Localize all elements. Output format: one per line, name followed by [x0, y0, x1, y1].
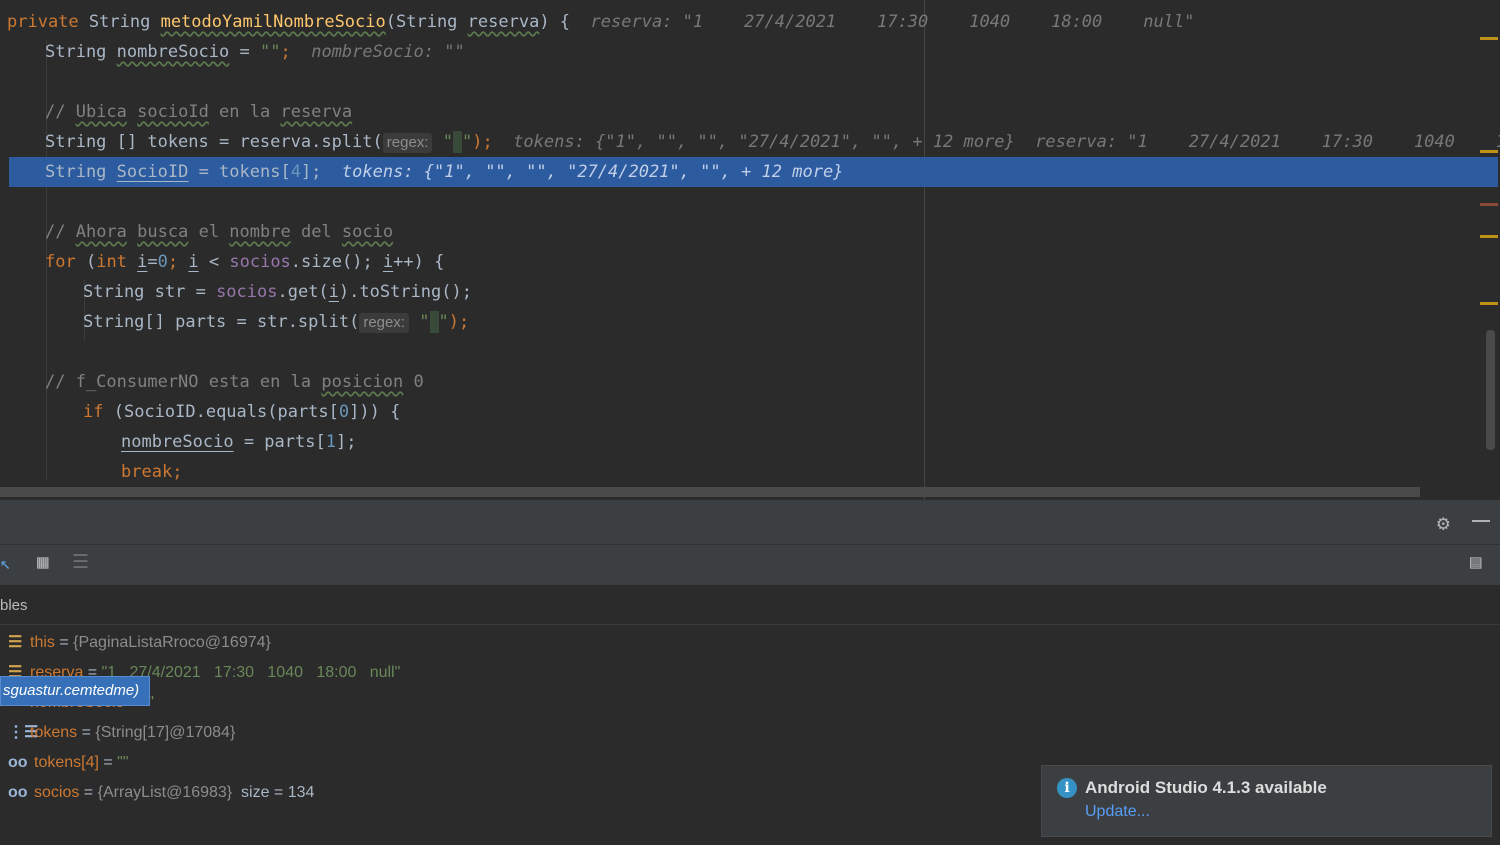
- warning-stripe-mark[interactable]: [1480, 302, 1498, 305]
- code-line[interactable]: String nombreSocio = ""; nombreSocio: "": [45, 37, 1500, 67]
- variable-row[interactable]: oo tokens[4] = "": [8, 748, 129, 778]
- inline-debug-value: tokens: {"1", "", "", "27/4/2021", "", +…: [341, 162, 844, 182]
- code-line[interactable]: String [] tokens = reserva.split(regex: …: [45, 127, 1500, 157]
- info-icon: i: [1057, 778, 1077, 798]
- warning-stripe-mark[interactable]: [1480, 37, 1498, 40]
- code-comment[interactable]: // Ahora busca el nombre del socio: [45, 217, 1500, 247]
- step-cursor-icon[interactable]: ↖: [0, 553, 11, 574]
- watch-icon: oo: [8, 754, 28, 771]
- variable-row[interactable]: ☰ this = {PaginaListaRroco@16974}: [8, 628, 271, 658]
- array-icon: ⋮☰: [8, 724, 39, 741]
- minimize-icon[interactable]: [1472, 520, 1490, 522]
- layout-icon[interactable]: ☰: [72, 551, 89, 573]
- notification-title: Android Studio 4.1.3 available: [1085, 778, 1327, 797]
- warning-stripe-mark[interactable]: [1480, 235, 1498, 238]
- update-link[interactable]: Update...: [1085, 803, 1150, 821]
- tooltip-popup: sguastur.cemtedme): [0, 676, 151, 706]
- watch-icon: oo: [8, 784, 28, 801]
- code-line[interactable]: nombreSocio = parts[1];: [121, 427, 1500, 457]
- gear-icon[interactable]: ⚙: [1437, 511, 1450, 535]
- code-line-for-loop[interactable]: for (int i=0; i < socios.size(); i++) {: [45, 247, 1500, 277]
- text-caret: [429, 311, 439, 333]
- warning-stripe-mark[interactable]: [1480, 150, 1498, 153]
- inline-debug-value: reserva: "1 27/4/2021 17:30 1040 18:00 n…: [590, 12, 1195, 32]
- variable-row[interactable]: oo socios = {ArrayList@16983} size = 134: [8, 778, 314, 808]
- param-hint: regex:: [359, 313, 410, 333]
- code-line-if[interactable]: if (SocioID.equals(parts[0])) {: [83, 397, 1500, 427]
- code-editor[interactable]: private String metodoYamilNombreSocio(St…: [0, 0, 1500, 500]
- debug-toolbar: ↖ ▦ ☰ ▤: [0, 544, 1500, 586]
- variable-row[interactable]: ⋮☰tokens = {String[17]@17084}: [8, 718, 235, 748]
- code-line-method-signature[interactable]: private String metodoYamilNombreSocio(St…: [7, 7, 1500, 37]
- panel-divider: [0, 624, 1500, 625]
- vertical-scrollbar[interactable]: [1486, 330, 1495, 450]
- inline-debug-value: nombreSocio: "": [311, 42, 465, 62]
- update-notification[interactable]: i Android Studio 4.1.3 available Update.…: [1041, 765, 1492, 837]
- inline-debug-value: reserva: "1 27/4/2021 17:30 1040 18:00 n…: [1035, 132, 1500, 152]
- debug-window-header: ⚙: [0, 500, 1500, 544]
- variables-panel-title: bles: [0, 597, 28, 614]
- text-caret: [452, 131, 462, 153]
- param-hint: regex:: [382, 133, 433, 153]
- code-line[interactable]: break;: [121, 457, 1500, 487]
- restore-layout-icon[interactable]: ▤: [1470, 551, 1481, 573]
- calculator-icon[interactable]: ▦: [37, 551, 48, 573]
- code-line[interactable]: String str = socios.get(i).toString();: [83, 277, 1500, 307]
- code-comment[interactable]: // Ubica socioId en la reserva: [45, 97, 1500, 127]
- code-line[interactable]: String[] parts = str.split(regex: " ");: [83, 307, 1500, 337]
- horizontal-scrollbar[interactable]: [0, 487, 1420, 497]
- code-comment[interactable]: // f_ConsumerNO esta en la posicion 0: [45, 367, 1500, 397]
- error-stripe-mark[interactable]: [1480, 203, 1498, 206]
- inline-debug-value: tokens: {"1", "", "", "27/4/2021", "", +…: [513, 132, 1015, 152]
- current-execution-line[interactable]: String SocioID = tokens[4]; tokens: {"1"…: [9, 157, 1498, 187]
- field-icon: ☰: [8, 634, 23, 651]
